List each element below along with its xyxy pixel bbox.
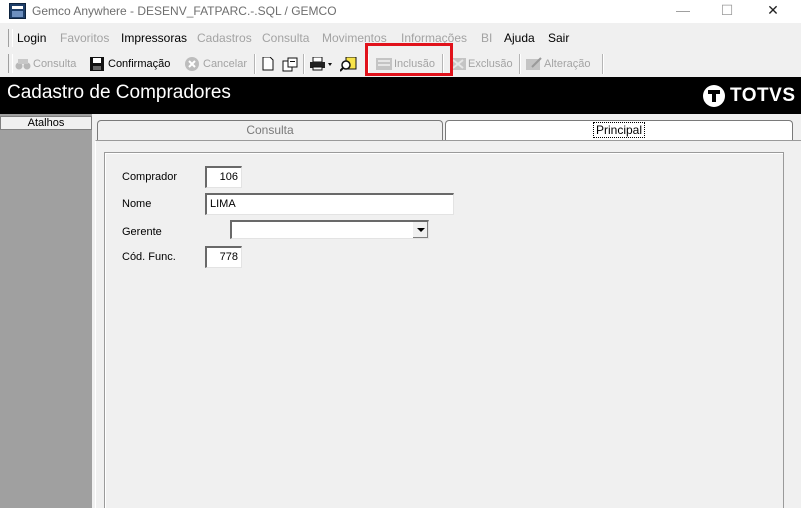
consulta-label: Consulta <box>33 58 77 70</box>
confirmacao-button[interactable]: Confirmação <box>90 55 170 73</box>
header-band: Cadastro de Compradores TOTVS <box>0 77 801 114</box>
menu-login[interactable]: Login <box>17 31 46 45</box>
nome-label: Nome <box>122 198 152 210</box>
floppy-disk-icon <box>90 57 104 71</box>
title-bar: Gemco Anywhere - DESENV_FATPARC.-.SQL / … <box>0 0 801 23</box>
exclusao-label: Exclusão <box>468 58 513 70</box>
binoculars-icon <box>15 57 31 71</box>
alteracao-button[interactable]: Alteração <box>526 55 590 73</box>
toolbar-grip[interactable] <box>8 54 13 73</box>
menu-favoritos[interactable]: Favoritos <box>60 31 109 45</box>
atalhos-tab[interactable]: Atalhos <box>0 116 92 130</box>
shortcuts-panel <box>0 114 92 508</box>
comprador-label: Comprador <box>122 171 178 183</box>
maximize-button[interactable]: ☐ <box>704 0 750 23</box>
tab-principal[interactable]: Principal <box>445 120 793 140</box>
cod-func-field[interactable]: 778 <box>205 246 242 268</box>
new-document-button[interactable] <box>262 55 280 73</box>
window-title: Gemco Anywhere - DESENV_FATPARC.-.SQL / … <box>32 4 337 18</box>
chevron-down-icon[interactable] <box>412 222 428 238</box>
toolbar-separator <box>519 54 521 74</box>
gerente-select[interactable] <box>230 220 429 239</box>
brand-logo: TOTVS <box>703 84 796 108</box>
tab-principal-label: Principal <box>592 122 646 138</box>
new-document-icon <box>262 56 276 71</box>
close-button[interactable]: ✕ <box>750 0 796 23</box>
menu-bi[interactable]: BI <box>481 31 492 45</box>
cancelar-button[interactable]: Cancelar <box>185 55 247 73</box>
tab-consulta[interactable]: Consulta <box>97 120 443 140</box>
menu-consulta[interactable]: Consulta <box>262 31 309 45</box>
alteracao-label: Alteração <box>544 58 591 70</box>
gerente-label: Gerente <box>122 226 162 238</box>
copy-document-button[interactable] <box>282 55 300 73</box>
cod-func-label: Cód. Func. <box>122 251 176 263</box>
cancelar-label: Cancelar <box>203 58 248 70</box>
toolbar-separator <box>303 54 305 74</box>
app-icon <box>9 3 26 19</box>
menu-cadastros[interactable]: Cadastros <box>197 31 252 45</box>
menu-grip[interactable] <box>8 29 13 47</box>
highlight-box <box>365 43 453 76</box>
menu-sair[interactable]: Sair <box>548 31 569 45</box>
menu-ajuda[interactable]: Ajuda <box>504 31 535 45</box>
edit-record-icon <box>526 57 542 71</box>
brand-name: TOTVS <box>730 85 796 106</box>
search-button[interactable] <box>339 55 361 73</box>
toolbar-separator <box>254 54 256 74</box>
cancel-icon <box>185 57 199 71</box>
totvs-logo-icon <box>703 85 725 107</box>
print-button[interactable] <box>309 55 337 73</box>
printer-icon <box>309 56 333 71</box>
minimize-button[interactable]: — <box>660 0 706 23</box>
consulta-button[interactable]: Consulta <box>15 55 76 73</box>
magnify-icon <box>339 56 357 72</box>
menu-impressoras[interactable]: Impressoras <box>121 31 187 45</box>
copy-document-icon <box>282 57 298 72</box>
confirmacao-label: Confirmação <box>108 58 171 70</box>
toolbar-separator <box>602 54 604 74</box>
comprador-field[interactable]: 106 <box>205 166 242 188</box>
page-title: Cadastro de Compradores <box>7 82 231 103</box>
exclusao-button[interactable]: Exclusão <box>450 55 513 73</box>
nome-field[interactable]: LIMA <box>205 193 454 215</box>
